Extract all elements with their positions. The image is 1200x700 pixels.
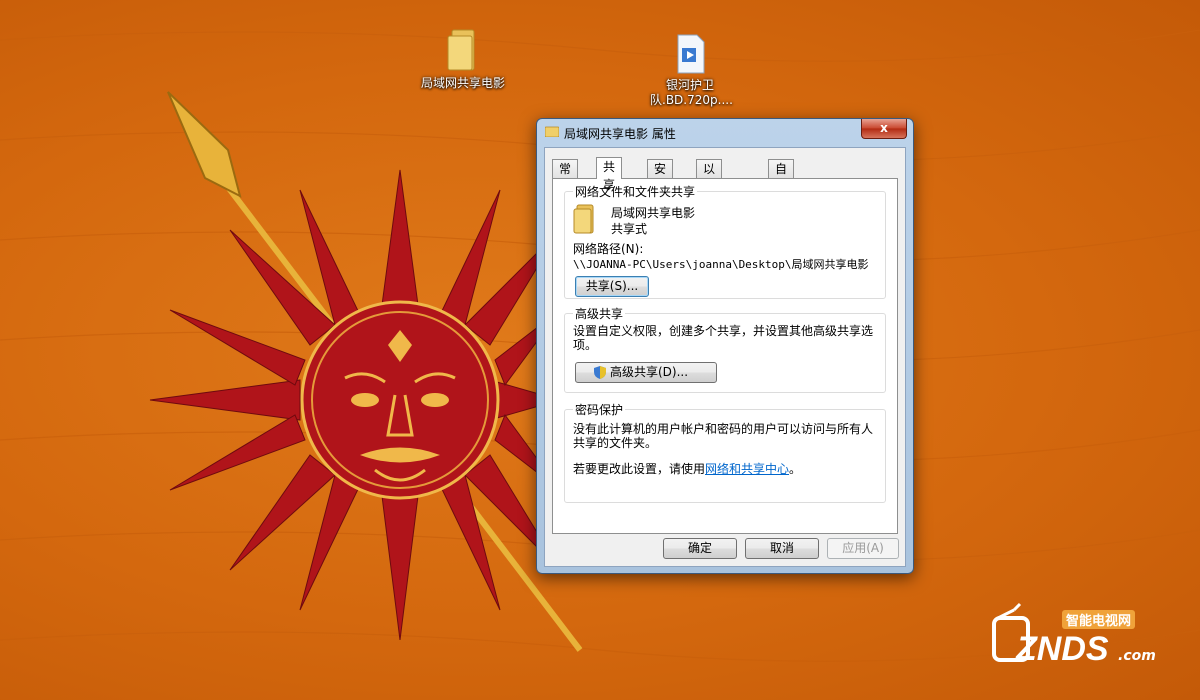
share-state: 共享式: [611, 222, 648, 236]
apply-button[interactable]: 应用(A): [827, 538, 899, 559]
properties-dialog: 局域网共享电影 属性 x 常规 共享 安全 以前的版本 自定义 网络文件和文件夹…: [536, 118, 914, 574]
change-setting-text: 若要更改此设置，请使用网络和共享中心。: [573, 460, 801, 477]
advanced-sharing-group: 高级共享 设置自定义权限，创建多个共享，并设置其他高级共享选项。 高级共享(D)…: [564, 305, 886, 393]
button-label: 高级共享(D)...: [610, 365, 689, 379]
sun: [149, 169, 562, 641]
password-protection-description: 没有此计算机的用户帐户和密码的用户可以访问与所有人共享的文件夹。: [573, 422, 874, 450]
group-title: 密码保护: [573, 401, 626, 418]
tab-general[interactable]: 常规: [552, 159, 579, 194]
tab-security[interactable]: 安全: [647, 159, 674, 194]
desktop-icon-folder[interactable]: 局域网共享电影: [418, 28, 508, 91]
watermark-suffix: .com: [1118, 648, 1156, 664]
folder-icon: [545, 126, 559, 137]
share-button[interactable]: 共享(S)...: [575, 276, 649, 297]
advanced-sharing-description: 设置自定义权限，创建多个共享，并设置其他高级共享选项。: [573, 324, 874, 352]
network-sharing-group: 网络文件和文件夹共享 局域网共享电影 共享式 网络路径(N): \\JOANNA…: [564, 183, 886, 299]
network-path-value: \\JOANNA-PC\Users\joanna\Desktop\局域网共享电影: [573, 258, 869, 271]
title-bar[interactable]: 局域网共享电影 属性 x: [537, 119, 913, 145]
tab-label: 共享: [603, 160, 616, 192]
change-setting-prefix: 若要更改此设置，请使用: [573, 462, 706, 476]
password-protection-group: 密码保护 没有此计算机的用户帐户和密码的用户可以访问与所有人共享的文件夹。 若要…: [564, 401, 886, 503]
video-file-icon: [677, 34, 705, 74]
button-label: 应用(A): [842, 541, 884, 555]
tab-previous-versions[interactable]: 以前的版本: [696, 159, 723, 248]
znds-watermark: 智能电视网 ZNDS .com: [990, 600, 1180, 680]
desktop-icon-video[interactable]: 银河护卫队.BD.720p....: [645, 34, 735, 108]
dialog-title: 局域网共享电影 属性: [564, 127, 676, 141]
folder-name: 局域网共享电影: [611, 206, 696, 220]
tab-customize[interactable]: 自定义: [768, 159, 795, 212]
group-title: 网络文件和文件夹共享: [573, 183, 698, 200]
button-label: 确定: [687, 541, 712, 555]
network-path-label: 网络路径(N):: [573, 242, 644, 256]
watermark-brand: ZNDS: [1016, 630, 1109, 668]
folder-icon: [573, 204, 594, 234]
ok-button[interactable]: 确定: [663, 538, 737, 559]
close-button[interactable]: x: [861, 119, 907, 139]
group-title: 高级共享: [573, 305, 626, 322]
watermark-top-text: 智能电视网: [1062, 610, 1136, 629]
close-icon: x: [880, 121, 888, 135]
sharing-panel: 网络文件和文件夹共享 局域网共享电影 共享式 网络路径(N): \\JOANNA…: [552, 178, 898, 534]
folder-icon: [447, 29, 475, 71]
dialog-body: 常规 共享 安全 以前的版本 自定义 网络文件和文件夹共享 局域网共享电影 共享…: [544, 147, 906, 567]
desktop-icon-label: 局域网共享电影: [420, 76, 505, 90]
uac-shield-icon: [594, 366, 606, 379]
desktop-icon-label: 银河护卫队.BD.720p....: [650, 78, 733, 107]
advanced-sharing-button[interactable]: 高级共享(D)...: [575, 362, 717, 383]
cancel-button[interactable]: 取消: [745, 538, 819, 559]
button-label: 取消: [769, 541, 794, 555]
button-label: 共享(S)...: [585, 279, 639, 293]
change-setting-suffix: 。: [789, 462, 802, 476]
network-sharing-center-link[interactable]: 网络和共享中心: [705, 462, 789, 476]
tab-sharing[interactable]: 共享: [596, 157, 623, 192]
